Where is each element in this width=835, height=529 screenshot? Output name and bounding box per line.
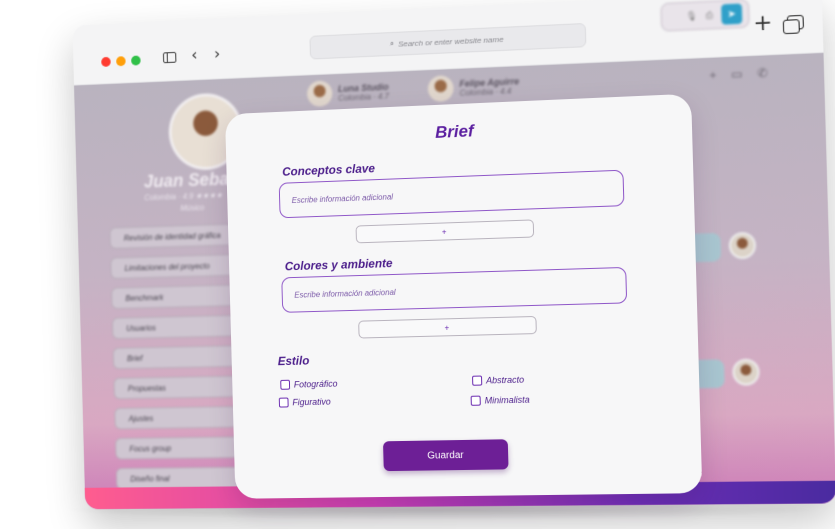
option-minimalista[interactable]: Minimalista — [471, 395, 530, 406]
phone-icon[interactable]: ✆ — [757, 65, 782, 80]
microphone-icon[interactable]: 🎙 — [686, 10, 698, 22]
minimize-window-button[interactable] — [116, 56, 126, 66]
address-placeholder: Search or enter website name — [398, 34, 504, 48]
modal-title: Brief — [225, 112, 692, 152]
option-label: Fotográfico — [294, 379, 338, 390]
add-icon[interactable]: + — [709, 67, 731, 82]
avatar — [732, 359, 760, 386]
checkbox-figurativo[interactable] — [279, 398, 289, 408]
brief-modal: Brief Conceptos clave Escribe informació… — [225, 94, 702, 499]
profile-rating: Colombia · 4.9 ★★★★ — [144, 191, 223, 202]
option-label: Abstracto — [486, 375, 524, 386]
chat-header-icons: +▭✆ — [709, 65, 782, 82]
new-tab-icon[interactable]: + — [753, 10, 773, 36]
avatar — [428, 75, 454, 102]
colores-ambiente-placeholder: Escribe información adicional — [294, 287, 396, 299]
estilo-label: Estilo — [278, 354, 310, 369]
save-button[interactable]: Guardar — [383, 439, 509, 471]
avatar — [729, 232, 757, 259]
checkbox-fotografico[interactable] — [280, 380, 290, 390]
option-label: Figurativo — [292, 397, 331, 408]
option-abstracto[interactable]: Abstracto — [472, 375, 524, 386]
sidebar-toggle-icon[interactable] — [163, 52, 176, 63]
option-label: Minimalista — [485, 395, 530, 406]
add-concepto-button[interactable]: + — [356, 219, 535, 243]
contact-luna[interactable]: Luna Studio Colombia · 4.7 — [307, 78, 389, 107]
option-fotografico[interactable]: Fotográfico — [280, 379, 337, 390]
conceptos-clave-input[interactable]: Escribe información adicional — [279, 170, 625, 219]
contact-meta: Colombia · 4.7 — [338, 91, 389, 102]
colores-ambiente-input[interactable]: Escribe información adicional — [281, 267, 627, 313]
option-figurativo[interactable]: Figurativo — [279, 397, 331, 408]
tabs-overview-icon[interactable] — [787, 15, 804, 30]
address-bar[interactable]: ⌕ Search or enter website name — [309, 23, 586, 60]
message-composer[interactable]: 🎙 ⎙ ➤ — [660, 0, 749, 32]
checkbox-abstracto[interactable] — [472, 376, 482, 386]
avatar — [307, 80, 333, 107]
back-arrow-icon[interactable]: ‹ — [191, 45, 198, 64]
colores-ambiente-label: Colores y ambiente — [285, 256, 393, 273]
add-color-button[interactable]: + — [358, 316, 537, 339]
conceptos-clave-placeholder: Escribe información adicional — [292, 192, 394, 205]
video-call-icon[interactable]: ▭ — [731, 66, 758, 81]
attach-icon[interactable]: ⎙ — [706, 9, 714, 21]
search-icon: ⌕ — [390, 39, 395, 49]
maximize-window-button[interactable] — [131, 55, 141, 65]
contact-meta: Colombia · 4.4 — [459, 86, 519, 97]
profile-role: Músico — [180, 203, 204, 213]
checkbox-minimalista[interactable] — [471, 396, 481, 406]
forward-arrow-icon[interactable]: › — [214, 44, 221, 63]
close-window-button[interactable] — [101, 57, 111, 67]
contact-felipe[interactable]: Felipe Aguirre Colombia · 4.4 — [428, 72, 520, 102]
conceptos-clave-label: Conceptos clave — [282, 161, 375, 178]
send-icon[interactable]: ➤ — [721, 3, 742, 24]
